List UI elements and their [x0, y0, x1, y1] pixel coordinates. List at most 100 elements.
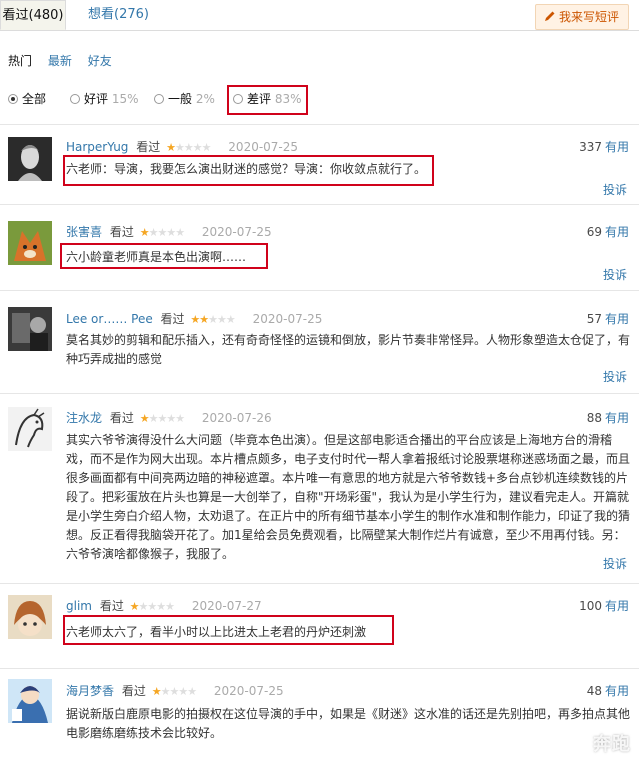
write-review-button[interactable]: 我来写短评 — [534, 4, 629, 30]
comment-meta: Lee or…… Pee 看过 ★★★★★ 2020-07-25 — [66, 310, 322, 327]
divider — [0, 290, 639, 291]
star-empty-icon: ★ — [178, 685, 188, 698]
report-link[interactable]: 投诉 — [603, 368, 627, 385]
highlight-box — [63, 615, 394, 645]
star-filled-icon: ★ — [199, 313, 209, 326]
star-filled-icon: ★ — [166, 141, 176, 154]
useful-button[interactable]: 有用 — [605, 312, 629, 326]
sort-hot[interactable]: 热门 — [8, 54, 32, 68]
avatar[interactable] — [8, 221, 52, 265]
watermark: 奔跑 — [593, 734, 631, 755]
divider — [0, 204, 639, 205]
filter-positive[interactable]: 好评 15% — [70, 90, 139, 107]
comment-date: 2020-07-25 — [201, 225, 272, 239]
divider — [0, 124, 639, 125]
rating-stars: ★★★★★ — [190, 313, 236, 326]
watch-status: 看过 — [121, 684, 146, 698]
vote-count: 337 — [579, 140, 602, 154]
avatar[interactable] — [8, 679, 52, 723]
star-filled-icon: ★ — [139, 412, 150, 425]
comment-text: 据说新版白鹿原电影的拍摄权在这位导演的手中，如果是《财迷》这水准的话还是先别拍吧… — [66, 707, 631, 740]
report-link[interactable]: 投诉 — [603, 555, 627, 572]
avatar-image — [8, 595, 52, 639]
report-link[interactable]: 投诉 — [603, 181, 627, 198]
star-filled-icon: ★ — [190, 313, 200, 326]
filter-neutral-pct: 2% — [195, 92, 215, 106]
sort-friends[interactable]: 好友 — [88, 54, 112, 68]
radio-icon — [70, 94, 80, 104]
avatar-image — [8, 679, 52, 723]
avatar[interactable] — [8, 307, 52, 351]
star-empty-icon: ★ — [156, 600, 166, 613]
star-empty-icon: ★ — [169, 685, 179, 698]
filter-all[interactable]: 全部 — [8, 90, 46, 107]
vote-area: 57 有用 — [587, 310, 629, 327]
username[interactable]: 张害喜 — [66, 225, 102, 239]
comment-text: 莫名其妙的剪辑和配乐插入，还有奇奇怪怪的运镜和倒放，影片节奏非常怪异。人物形象塑… — [66, 333, 631, 366]
username[interactable]: HarperYug — [66, 140, 128, 154]
rating-stars: ★★★★★ — [166, 141, 212, 154]
star-empty-icon: ★ — [225, 313, 236, 326]
vote-area: 337 有用 — [579, 138, 629, 155]
write-review-label: 我来写短评 — [558, 10, 619, 24]
vote-count: 100 — [579, 599, 602, 613]
avatar[interactable] — [8, 407, 52, 451]
tab-want-to-watch[interactable]: 想看(276) — [88, 0, 149, 30]
comment-meta: HarperYug 看过 ★★★★★ 2020-07-25 — [66, 138, 298, 155]
username[interactable]: Lee or…… Pee — [66, 312, 153, 326]
star-filled-icon: ★ — [129, 600, 140, 613]
filter-neutral-label: 一般 — [168, 92, 193, 106]
avatar-image — [8, 307, 52, 351]
watch-status: 看过 — [160, 312, 185, 326]
watch-status: 看过 — [136, 140, 161, 154]
avatar-image — [8, 137, 52, 181]
comment-meta: glim 看过 ★★★★★ 2020-07-27 — [66, 597, 262, 614]
avatar-image — [8, 221, 52, 265]
avatar[interactable] — [8, 595, 52, 639]
vote-count: 88 — [586, 411, 602, 425]
star-filled-icon: ★ — [139, 226, 150, 239]
rating-stars: ★★★★★ — [139, 412, 185, 425]
vote-count: 48 — [586, 684, 602, 698]
avatar[interactable] — [8, 137, 52, 181]
username[interactable]: 注水龙 — [66, 411, 102, 425]
divider — [0, 583, 639, 584]
username[interactable]: glim — [66, 599, 92, 613]
star-empty-icon: ★ — [201, 141, 212, 154]
vote-area: 100 有用 — [579, 597, 629, 614]
star-empty-icon: ★ — [217, 313, 227, 326]
useful-button[interactable]: 有用 — [605, 411, 629, 425]
radio-icon — [154, 94, 164, 104]
filter-neutral[interactable]: 一般 2% — [154, 90, 215, 107]
useful-button[interactable]: 有用 — [605, 684, 629, 698]
star-empty-icon: ★ — [175, 412, 185, 425]
filter-all-label: 全部 — [22, 92, 47, 106]
star-empty-icon: ★ — [157, 226, 167, 239]
rating-stars: ★★★★★ — [151, 685, 197, 698]
rating-stars: ★★★★★ — [129, 600, 175, 613]
report-link[interactable]: 投诉 — [603, 266, 627, 283]
pencil-icon — [544, 11, 555, 21]
star-filled-icon: ★ — [151, 685, 162, 698]
highlight-box — [60, 243, 268, 269]
sort-options: 热门 最新 好友 — [8, 52, 124, 69]
tab-watched[interactable]: 看过(480) — [0, 0, 66, 30]
star-empty-icon: ★ — [175, 226, 185, 239]
star-empty-icon: ★ — [157, 412, 167, 425]
comment-meta: 注水龙 看过 ★★★★★ 2020-07-26 — [66, 409, 272, 426]
comment-meta: 海月梦香 看过 ★★★★★ 2020-07-25 — [66, 682, 284, 699]
star-empty-icon: ★ — [165, 600, 175, 613]
star-empty-icon: ★ — [174, 141, 185, 154]
sort-latest[interactable]: 最新 — [48, 54, 72, 68]
username[interactable]: 海月梦香 — [66, 684, 114, 698]
comment-date: 2020-07-25 — [213, 684, 284, 698]
useful-button[interactable]: 有用 — [605, 140, 629, 154]
useful-button[interactable]: 有用 — [605, 225, 629, 239]
vote-area: 88 有用 — [587, 409, 629, 426]
useful-button[interactable]: 有用 — [605, 599, 629, 613]
star-empty-icon: ★ — [208, 313, 218, 326]
radio-selected-icon — [8, 94, 18, 104]
star-empty-icon: ★ — [192, 141, 203, 154]
comment-date: 2020-07-25 — [252, 312, 323, 326]
vote-area: 48 有用 — [587, 682, 629, 699]
